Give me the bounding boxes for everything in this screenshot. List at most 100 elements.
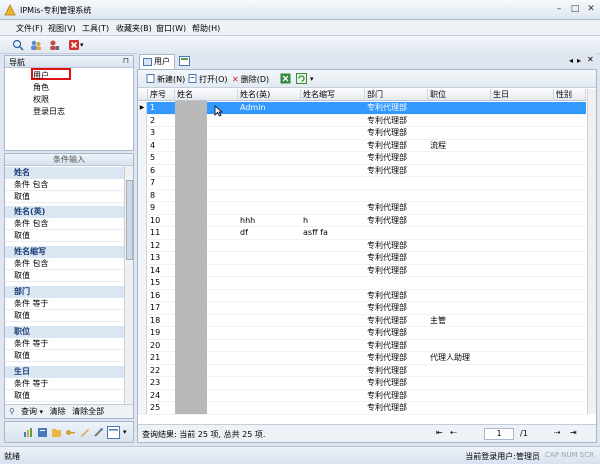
cell-gender[interactable] [554, 165, 586, 177]
cell-birthday[interactable] [491, 127, 554, 139]
row-indicator[interactable] [138, 277, 147, 289]
cell-index[interactable]: 10 [148, 215, 175, 227]
row-indicator[interactable] [138, 227, 147, 239]
row-indicator[interactable] [138, 127, 147, 139]
close-icon[interactable]: ✕ [584, 3, 598, 16]
row-indicator[interactable] [138, 402, 147, 414]
cell-position[interactable] [428, 377, 491, 389]
cell-birthday[interactable] [491, 190, 554, 202]
cell-name-abbr[interactable] [301, 240, 365, 252]
cell-index[interactable]: 24 [148, 390, 175, 402]
cond-row-condition[interactable]: 条件 包含 [5, 258, 124, 270]
cell-department[interactable]: 专利代理部 [365, 340, 428, 352]
nav-item-users[interactable]: 用户 [33, 70, 49, 81]
tab-scroll-left-icon[interactable]: ◂ [569, 56, 573, 65]
cell-position[interactable]: 代理人助理 [428, 352, 491, 364]
cell-name-en[interactable] [238, 402, 301, 414]
col-header-name[interactable]: 姓名 [175, 89, 238, 101]
cell-position[interactable]: 流程 [428, 140, 491, 152]
menu-window[interactable]: 窗口(W) [156, 23, 186, 34]
cell-name-abbr[interactable] [301, 277, 365, 289]
cond-row-condition[interactable]: 条件 等于 [5, 338, 124, 350]
cell-position[interactable] [428, 240, 491, 252]
cell-birthday[interactable] [491, 227, 554, 239]
open-button[interactable]: 打开(O) [188, 74, 228, 85]
cond-row-value[interactable]: 取值 [5, 270, 124, 282]
cell-name-en[interactable] [238, 140, 301, 152]
cell-department[interactable] [365, 177, 428, 189]
cell-index[interactable]: 16 [148, 290, 175, 302]
cell-index[interactable]: 15 [148, 277, 175, 289]
new-button[interactable]: 新建(N) [146, 74, 185, 85]
exit-icon[interactable] [68, 39, 80, 51]
cell-index[interactable]: 5 [148, 152, 175, 164]
cell-gender[interactable] [554, 240, 586, 252]
cell-name-en[interactable] [238, 327, 301, 339]
cell-name-en[interactable] [238, 165, 301, 177]
cell-position[interactable] [428, 190, 491, 202]
cell-name-abbr[interactable] [301, 152, 365, 164]
cell-name-abbr[interactable] [301, 102, 365, 114]
clear-button[interactable]: 清除 [50, 407, 66, 416]
cell-name-abbr[interactable] [301, 302, 365, 314]
book-icon[interactable] [37, 427, 48, 438]
cell-position[interactable] [428, 290, 491, 302]
cond-row-condition[interactable]: 条件 包含 [5, 218, 124, 230]
chart-icon[interactable] [23, 427, 34, 438]
cell-birthday[interactable] [491, 102, 554, 114]
cond-row-value[interactable]: 取值 [5, 230, 124, 242]
cell-name-en[interactable] [238, 177, 301, 189]
cell-name-en[interactable] [238, 390, 301, 402]
cell-gender[interactable] [554, 277, 586, 289]
cell-position[interactable] [428, 252, 491, 264]
col-header-name-abbr[interactable]: 姓名缩写 [301, 89, 365, 101]
col-header-birthday[interactable]: 生日 [491, 89, 554, 101]
cell-birthday[interactable] [491, 215, 554, 227]
cond-row-value[interactable]: 取值 [5, 390, 124, 402]
cell-position[interactable] [428, 390, 491, 402]
cell-gender[interactable] [554, 140, 586, 152]
cell-birthday[interactable] [491, 290, 554, 302]
cell-index[interactable]: 19 [148, 327, 175, 339]
cell-gender[interactable] [554, 115, 586, 127]
cond-group-birthday[interactable]: 生日 [5, 366, 124, 378]
cell-department[interactable]: 专利代理部 [365, 215, 428, 227]
settings-users-icon[interactable] [48, 39, 60, 51]
folder-icon[interactable] [51, 427, 62, 438]
cell-name-abbr[interactable] [301, 340, 365, 352]
cond-row-value[interactable]: 取值 [5, 191, 124, 203]
cell-birthday[interactable] [491, 315, 554, 327]
cell-name-en[interactable] [238, 302, 301, 314]
cell-index[interactable]: 2 [148, 115, 175, 127]
cell-position[interactable] [428, 215, 491, 227]
cell-name-en[interactable] [238, 265, 301, 277]
cell-birthday[interactable] [491, 240, 554, 252]
new-tab-icon[interactable] [179, 56, 190, 66]
cell-gender[interactable] [554, 340, 586, 352]
cell-gender[interactable] [554, 402, 586, 414]
pin-icon[interactable]: ⊓ [123, 56, 129, 65]
cell-gender[interactable] [554, 265, 586, 277]
query-dropdown-icon[interactable]: ▾ [40, 408, 44, 416]
row-indicator[interactable] [138, 115, 147, 127]
cell-index[interactable]: 17 [148, 302, 175, 314]
cell-name-en[interactable] [238, 252, 301, 264]
cell-birthday[interactable] [491, 340, 554, 352]
cell-position[interactable] [428, 102, 491, 114]
cell-department[interactable] [365, 277, 428, 289]
cell-name-abbr[interactable] [301, 127, 365, 139]
window-icon[interactable] [107, 426, 120, 439]
cell-index[interactable]: 12 [148, 240, 175, 252]
cell-name-en[interactable] [238, 202, 301, 214]
col-header-department[interactable]: 部门 [365, 89, 428, 101]
page-number-input[interactable]: 1 [484, 428, 514, 440]
col-header-gender[interactable]: 性别 [554, 89, 586, 101]
cell-birthday[interactable] [491, 265, 554, 277]
cell-name-abbr[interactable] [301, 377, 365, 389]
cell-name-en[interactable] [238, 277, 301, 289]
cell-department[interactable]: 专利代理部 [365, 240, 428, 252]
delete-button[interactable]: ✕删除(D) [232, 74, 269, 85]
key-icon[interactable] [65, 427, 76, 438]
cell-index[interactable]: 11 [148, 227, 175, 239]
last-page-icon[interactable]: ⇥ [570, 428, 577, 437]
